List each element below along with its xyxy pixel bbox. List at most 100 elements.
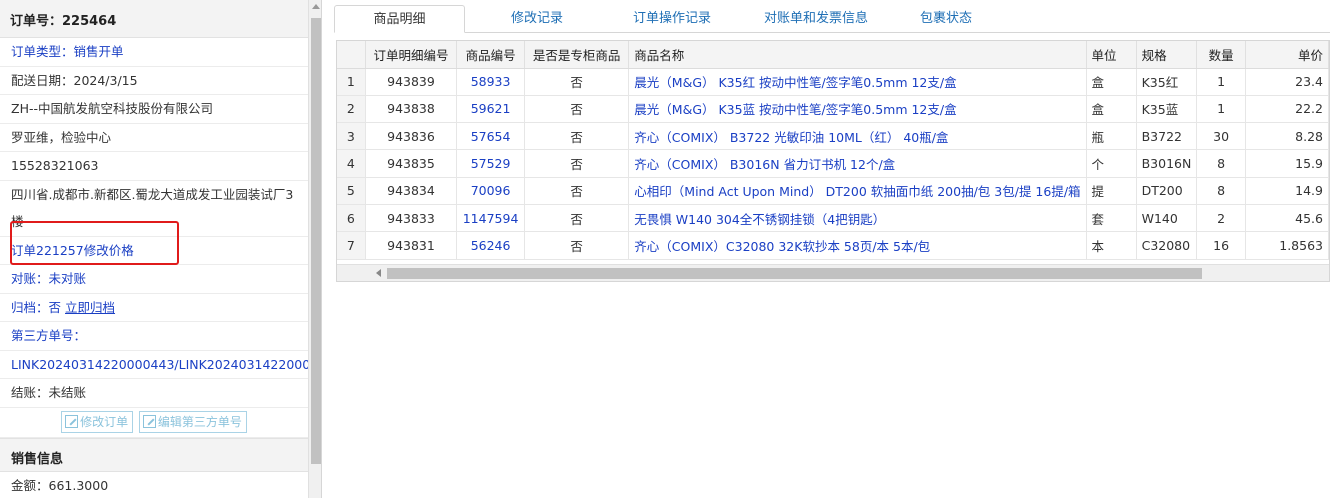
cell-product-id[interactable]: 58933 — [456, 68, 525, 96]
order-number-header: 订单号：225464 — [0, 0, 308, 38]
table-horizontal-scrollbar[interactable] — [337, 264, 1329, 281]
col-header-counter[interactable]: 是否是专柜商品 — [524, 41, 630, 69]
company-name: ZH--中国航发航空科技股份有限公司 — [11, 101, 213, 116]
cell-product-id[interactable]: 57654 — [456, 122, 525, 151]
cell-unit: 盒 — [1086, 95, 1137, 124]
order-type-value: 销售开单 — [73, 44, 124, 59]
cell-spec: K35红 — [1136, 68, 1198, 96]
cell-row-number: 3 — [337, 122, 366, 151]
edit-third-party-button[interactable]: 编辑第三方单号 — [138, 410, 247, 433]
cell-unit: 提 — [1086, 177, 1137, 205]
cell-row-number: 6 — [337, 204, 366, 233]
cell-quantity: 2 — [1196, 204, 1246, 233]
col-header-spec[interactable]: 规格 — [1136, 41, 1198, 69]
cell-unit-price: 45.6 — [1245, 204, 1329, 233]
cell-counter-flag: 否 — [524, 95, 630, 124]
table-row[interactable]: 5 943834 70096 否心相印（Mind Act Upon Mind） DT2… — [337, 177, 1329, 205]
address-row: 四川省.成都市.新都区.蜀龙大道成发工业园装试厂3楼 — [0, 181, 308, 237]
cell-product-name[interactable]: 晨光（M&G） K35红 按动中性笔/签字笔0.5mm 12支/盒 — [628, 68, 1087, 96]
settle-row: 结账：未结账 — [0, 379, 308, 408]
table-row[interactable]: 3 943836 57654 否齐心（COMIX） B3722 光敏印油 10ML（红… — [337, 122, 1329, 151]
col-header-price[interactable]: 单价 — [1245, 41, 1329, 69]
table-row[interactable]: 7 943831 56246 否齐心（COMIX）C32080 32K软抄本 58页/… — [337, 231, 1329, 260]
cell-counter-flag: 否 — [524, 149, 630, 178]
order-number: 订单号：225464 — [10, 14, 117, 29]
cell-unit-price: 8.28 — [1245, 122, 1329, 151]
cell-counter-flag: 否 — [524, 231, 630, 260]
cell-unit-price: 15.9 — [1245, 149, 1329, 178]
reconcile-value: 未对账 — [48, 271, 87, 286]
cell-counter-flag: 否 — [524, 68, 630, 96]
cell-product-name[interactable]: 心相印（Mind Act Upon Mind） DT200 软抽面巾纸 200抽… — [628, 177, 1087, 205]
table-row[interactable]: 2 943838 59621 否晨光（M&G） K35蓝 按动中性笔/签字笔0.5mm… — [337, 95, 1329, 124]
cell-detail-id: 943831 — [365, 231, 458, 260]
cell-product-name[interactable]: 无畏惧 W140 304全不锈钢挂锁（4把钥匙） — [628, 204, 1087, 233]
reconcile-row: 对账：未对账 — [0, 265, 308, 294]
delivery-date: 配送日期：2024/3/15 — [11, 72, 138, 88]
tab-statement-invoice[interactable]: 对账单和发票信息 — [751, 5, 881, 33]
col-header-detail-id[interactable]: 订单明细编号 — [365, 41, 458, 69]
cell-product-id[interactable]: 1147594 — [456, 204, 525, 233]
col-header-unit[interactable]: 单位 — [1086, 41, 1137, 69]
cell-spec: W140 — [1136, 204, 1198, 233]
product-table: 订单明细编号 商品编号 是否是专柜商品 商品名称 单位 规格 数量 单价 1 94… — [336, 40, 1330, 282]
company-row: ZH--中国航发航空科技股份有限公司 — [0, 95, 308, 124]
archive-row: 归档：否 立即归档 — [0, 294, 308, 322]
cell-quantity: 8 — [1196, 177, 1246, 205]
order-info-panel: 订单号：225464 订单类型：销售开单 配送日期：2024/3/15 ZH--… — [0, 0, 322, 498]
cell-counter-flag: 否 — [524, 122, 630, 151]
col-header-rownum — [337, 41, 366, 69]
sales-amount: 金额：661.3000 — [11, 477, 109, 493]
cell-counter-flag: 否 — [524, 177, 630, 205]
scroll-left-icon[interactable] — [376, 269, 381, 277]
tab-modify-log[interactable]: 修改记录 — [494, 5, 580, 33]
phone-row: 15528321063 — [0, 152, 308, 181]
cell-product-name[interactable]: 齐心（COMIX）C32080 32K软抄本 58页/本 5本/包 — [628, 231, 1087, 260]
table-row[interactable]: 1 943839 58933 否晨光（M&G） K35红 按动中性笔/签字笔0.5mm… — [337, 68, 1329, 96]
cell-product-name[interactable]: 齐心（COMIX） B3016N 省力订书机 12个/盒 — [628, 149, 1087, 178]
cell-unit: 套 — [1086, 204, 1137, 233]
scrollbar-thumb[interactable] — [311, 18, 321, 464]
cell-product-id[interactable]: 57529 — [456, 149, 525, 178]
scroll-up-icon[interactable] — [312, 4, 320, 9]
settle-label: 结账： — [11, 385, 49, 400]
edit-third-party-label: 编辑第三方单号 — [157, 414, 242, 429]
cell-product-name[interactable]: 齐心（COMIX） B3722 光敏印油 10ML（红） 40瓶/盒 — [628, 122, 1087, 151]
cell-quantity: 16 — [1196, 231, 1246, 260]
third-party-value-row: LINK20240314220000443/LINK20240314220000… — [0, 351, 308, 379]
horizontal-scrollbar-thumb[interactable] — [387, 268, 1202, 279]
tab-product-details[interactable]: 商品明细 — [334, 5, 465, 33]
reconcile-label: 对账： — [11, 271, 49, 286]
delivery-date-row: 配送日期：2024/3/15 — [0, 67, 308, 95]
left-vertical-scrollbar[interactable] — [308, 0, 321, 498]
third-party-label-row: 第三方单号： — [0, 322, 308, 351]
order-type-label: 订单类型： — [11, 44, 74, 59]
archive-value: 否 — [48, 299, 62, 315]
tab-package-status[interactable]: 包裹状态 — [909, 5, 983, 33]
cell-product-id[interactable]: 56246 — [456, 231, 525, 260]
tab-order-operation-log[interactable]: 订单操作记录 — [622, 5, 722, 33]
col-header-quantity[interactable]: 数量 — [1196, 41, 1246, 69]
col-header-product-id[interactable]: 商品编号 — [456, 41, 525, 69]
col-header-product-name[interactable]: 商品名称 — [628, 41, 1087, 69]
cell-spec: C32080 — [1136, 231, 1198, 260]
cell-product-id[interactable]: 59621 — [456, 95, 525, 124]
order-actions: 修改订单 编辑第三方单号 — [0, 408, 308, 438]
third-party-value: LINK20240314220000443/LINK20240314220000… — [11, 356, 308, 372]
edit-order-button[interactable]: 修改订单 — [61, 410, 134, 433]
edit-icon — [65, 414, 79, 428]
archive-now-link[interactable]: 立即归档 — [65, 300, 115, 315]
cell-unit-price: 23.4 — [1245, 68, 1329, 96]
amount-row: 金额：661.3000 — [0, 472, 308, 498]
cell-row-number: 5 — [337, 177, 366, 205]
table-row[interactable]: 6 943833 1147594 否无畏惧 W140 304全不锈钢挂锁（4把钥匙）套… — [337, 204, 1329, 233]
cell-counter-flag: 否 — [524, 204, 630, 233]
price-change-link[interactable]: 订单221257修改价格 — [11, 243, 134, 258]
cell-product-id[interactable]: 70096 — [456, 177, 525, 205]
table-row[interactable]: 4 943835 57529 否齐心（COMIX） B3016N 省力订书机 12个/… — [337, 149, 1329, 178]
cell-product-name[interactable]: 晨光（M&G） K35蓝 按动中性笔/签字笔0.5mm 12支/盒 — [628, 95, 1087, 124]
product-table-body: 1 943839 58933 否晨光（M&G） K35红 按动中性笔/签字笔0.5mm… — [337, 68, 1329, 260]
cell-unit-price: 1.8563 — [1245, 231, 1329, 260]
cell-quantity: 1 — [1196, 95, 1246, 124]
price-change-row: 订单221257修改价格 — [0, 237, 308, 265]
